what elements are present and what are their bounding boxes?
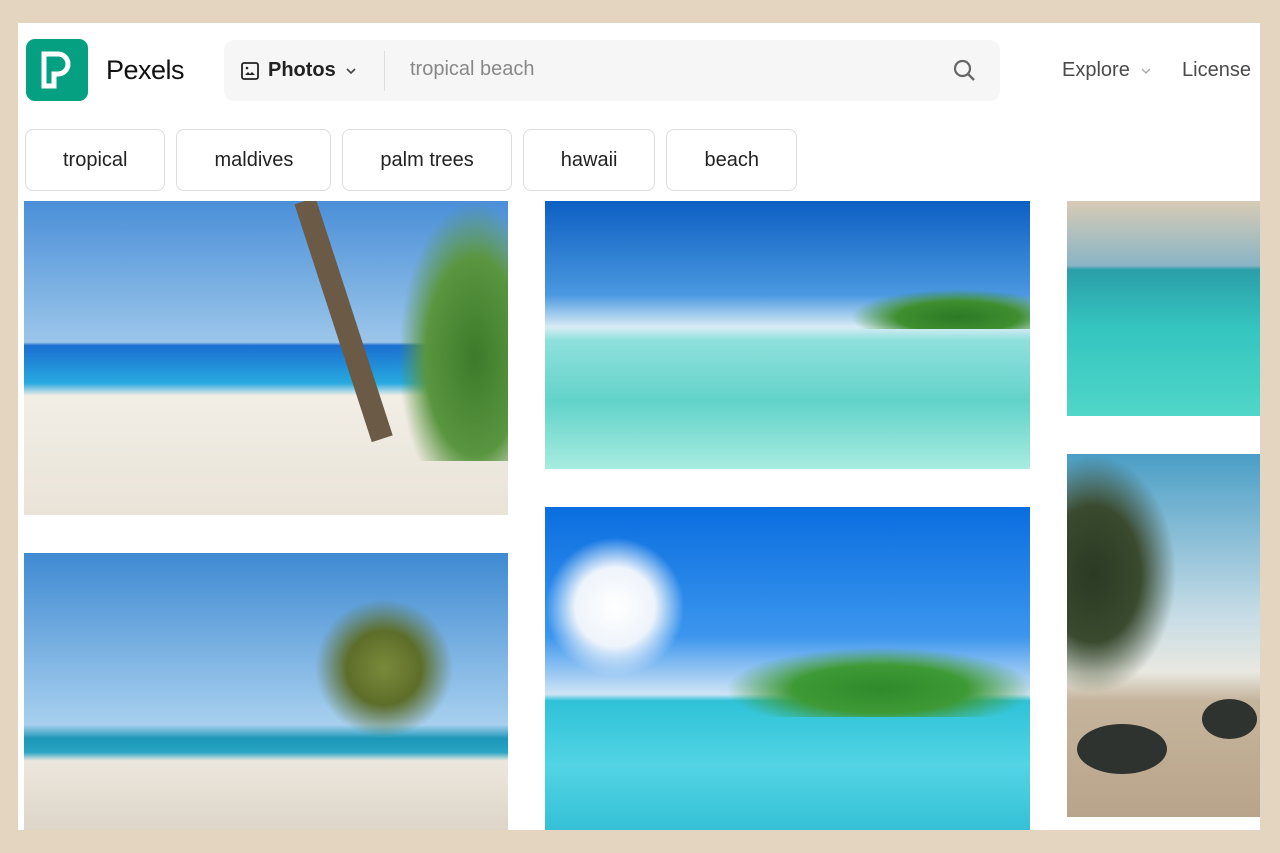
photo-beach-palm[interactable] [24, 201, 508, 515]
divider [384, 51, 385, 91]
photo-island-resort[interactable] [545, 507, 1030, 830]
chip-hawaii[interactable]: hawaii [522, 129, 656, 191]
nav-explore[interactable]: Explore [1062, 59, 1152, 82]
page: Pexels Photos Explore License tropical m… [18, 23, 1260, 830]
photo-clear-lagoon[interactable] [545, 201, 1030, 469]
chevron-down-icon [1141, 68, 1151, 74]
nav-explore-label: Explore [1062, 59, 1130, 81]
search-type-label: Photos [268, 59, 336, 81]
photo-turquoise-sandbar[interactable] [1067, 201, 1260, 416]
chip-tropical[interactable]: tropical [25, 129, 166, 191]
chevron-down-icon [346, 67, 356, 74]
chip-maldives[interactable]: maldives [176, 129, 332, 191]
related-searches: tropical maldives palm trees hawaii beac… [25, 129, 797, 191]
photo-sunset-palms[interactable] [1067, 454, 1260, 817]
chip-palm-trees[interactable]: palm trees [342, 129, 512, 191]
search-bar: Photos [224, 40, 1000, 101]
image-icon [241, 61, 259, 80]
brand-name[interactable]: Pexels [106, 55, 185, 86]
chip-beach[interactable]: beach [666, 129, 797, 191]
search-input[interactable] [410, 58, 910, 81]
photo-windswept-palms[interactable] [24, 553, 508, 830]
pexels-logo[interactable] [26, 39, 88, 101]
nav-license[interactable]: License [1182, 59, 1251, 82]
search-icon[interactable] [952, 58, 978, 84]
search-type-dropdown[interactable]: Photos [240, 40, 358, 101]
